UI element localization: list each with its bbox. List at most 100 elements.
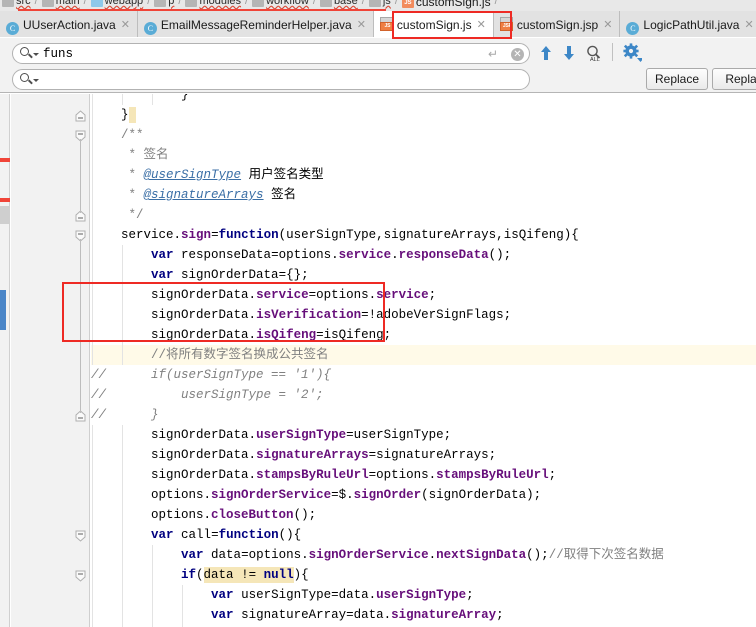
- svg-text:ALL: ALL: [590, 57, 600, 62]
- indent-guide: [122, 265, 123, 285]
- code-line[interactable]: * @userSignType 用户签名类型: [91, 165, 324, 185]
- code-line[interactable]: options.signOrderService=$.signOrder(sig…: [91, 485, 541, 505]
- code-line[interactable]: * 签名: [91, 145, 169, 165]
- indent-guide: [92, 605, 93, 625]
- code-line[interactable]: }: [91, 94, 189, 105]
- editor-tab-emailmessagereminderhelper-java[interactable]: C EmailMessageReminderHelper.java ✕: [137, 11, 374, 38]
- enter-key-icon[interactable]: ↵: [488, 48, 500, 60]
- indent-guide: [92, 525, 93, 545]
- breadcrumb-item-src[interactable]: src: [2, 0, 31, 7]
- code-line[interactable]: /**: [91, 125, 144, 145]
- line-number-gutter: 1156115711581159116011611162116311641165…: [11, 94, 756, 627]
- arrow-down-icon[interactable]: [561, 44, 577, 62]
- breadcrumb-separator: /: [147, 0, 151, 8]
- close-icon[interactable]: ✕: [121, 12, 130, 38]
- webapp-folder-icon: [90, 0, 103, 7]
- code-line[interactable]: var data=options.signOrderService.nextSi…: [91, 545, 664, 565]
- indent-guide: [122, 445, 123, 465]
- find-history-chevron-down-icon[interactable]: [33, 53, 39, 56]
- breadcrumb-separator: /: [178, 0, 182, 8]
- find-all-icon[interactable]: ALL: [585, 44, 603, 63]
- indent-guide: [92, 325, 93, 345]
- breadcrumb-item-modules[interactable]: modules: [185, 0, 241, 7]
- code-line[interactable]: // if(userSignType == '1'){: [91, 365, 331, 385]
- code-line[interactable]: */: [91, 205, 144, 225]
- gear-icon[interactable]: [622, 43, 644, 62]
- replace-button[interactable]: Replace: [646, 68, 708, 90]
- code-line[interactable]: var signOrderData={};: [91, 265, 309, 285]
- replace-all-button-label: Replace all: [725, 72, 756, 86]
- code-text-area[interactable]: } } /** * 签名 * @userSignType 用户签名类型 * @s…: [91, 94, 756, 627]
- find-field[interactable]: funs ↵ ✕: [12, 43, 530, 64]
- indent-guide: [92, 245, 93, 265]
- breadcrumb-item-webapp[interactable]: webapp: [90, 0, 143, 7]
- error-marker[interactable]: [0, 198, 10, 202]
- editor-tab-customsign-js[interactable]: JS customSign.js ✕: [373, 11, 494, 38]
- indent-guide: [122, 285, 123, 305]
- arrow-up-icon[interactable]: [538, 44, 554, 62]
- changed-line-marker[interactable]: [0, 290, 6, 310]
- replace-history-chevron-down-icon[interactable]: [33, 79, 39, 82]
- fold-collapse-icon[interactable]: [75, 529, 86, 547]
- code-line[interactable]: signOrderData.service=options.service;: [91, 285, 436, 305]
- code-line[interactable]: signOrderData.isQifeng=isQifeng;: [91, 325, 391, 345]
- close-icon[interactable]: ✕: [603, 12, 612, 38]
- code-line[interactable]: service.sign=function(userSignType,signa…: [91, 225, 579, 245]
- java-class-icon: C: [143, 22, 157, 35]
- breadcrumb-item-customsign-js[interactable]: JS customSign.js: [401, 0, 491, 9]
- editor-tab-logicpathutil-java[interactable]: C LogicPathUtil.java ✕: [620, 11, 756, 37]
- info-marker[interactable]: [0, 206, 10, 224]
- folder-icon: [154, 0, 167, 7]
- breadcrumb-item-workflow[interactable]: workflow: [252, 0, 309, 7]
- indent-guide: [122, 605, 123, 625]
- error-stripe-margin[interactable]: [0, 94, 10, 627]
- js-file-icon: JS: [401, 0, 414, 8]
- editor-tab-uuseraction-java[interactable]: C UUserAction.java ✕: [0, 11, 138, 37]
- breadcrumb-item-js[interactable]: js: [368, 0, 391, 7]
- changed-line-marker[interactable]: [0, 310, 6, 330]
- code-line[interactable]: var responseData=options.service.respons…: [91, 245, 511, 265]
- error-marker[interactable]: [0, 158, 10, 162]
- code-line[interactable]: signOrderData.userSignType=userSignType;: [91, 425, 451, 445]
- close-icon[interactable]: ✕: [477, 12, 486, 38]
- breadcrumb-item-p[interactable]: p: [154, 0, 174, 7]
- editor-tab-label: LogicPathUtil.java: [643, 17, 740, 32]
- breadcrumb-item-base[interactable]: base: [319, 0, 358, 7]
- indent-guide: [92, 465, 93, 485]
- code-line[interactable]: options.closeButton();: [91, 505, 316, 525]
- fold-collapse-icon[interactable]: [75, 569, 86, 587]
- code-line[interactable]: var userSignType=data.userSignType;: [91, 585, 474, 605]
- breadcrumb-separator: /: [245, 0, 249, 8]
- fold-end-icon[interactable]: [75, 109, 86, 127]
- code-line[interactable]: // userSignType = '2';: [91, 385, 324, 405]
- indent-guide: [152, 545, 153, 565]
- code-line[interactable]: if(data != null){: [91, 565, 309, 585]
- code-line[interactable]: signOrderData.signatureArrays=signatureA…: [91, 445, 496, 465]
- code-line[interactable]: // }: [91, 405, 159, 425]
- indent-guide: [92, 125, 93, 145]
- indent-guide: [122, 545, 123, 565]
- code-line[interactable]: //将所有数字签名换成公共签名: [91, 345, 329, 365]
- code-editor[interactable]: 1156115711581159116011611162116311641165…: [0, 94, 756, 627]
- close-icon[interactable]: ✕: [744, 12, 753, 38]
- indent-guide: [92, 145, 93, 165]
- java-class-icon: C: [626, 22, 640, 35]
- replace-all-button[interactable]: Replace all: [712, 68, 756, 90]
- code-line[interactable]: signOrderData.stampsByRuleUrl=options.st…: [91, 465, 556, 485]
- code-line[interactable]: signOrderData.isVerification=!adobeVerSi…: [91, 305, 511, 325]
- find-input-value[interactable]: funs: [43, 46, 73, 63]
- code-line[interactable]: }: [91, 105, 129, 125]
- code-line[interactable]: * @signatureArrays 签名: [91, 185, 297, 205]
- breadcrumb-item-main[interactable]: main: [41, 0, 80, 7]
- code-folding-gutter[interactable]: [71, 94, 90, 627]
- replace-field[interactable]: [12, 69, 530, 90]
- folder-icon: [368, 0, 381, 7]
- clear-circle-icon[interactable]: ✕: [511, 48, 524, 61]
- breadcrumb-separator: /: [494, 0, 498, 8]
- editor-tab-customsign-jsp[interactable]: JSP customSign.jsp ✕: [493, 11, 621, 38]
- ide-window: src / main / webapp / p / modules / workflow / base /…: [0, 0, 756, 627]
- close-icon[interactable]: ✕: [357, 12, 366, 38]
- jsp-file-icon: JSP: [499, 17, 513, 31]
- indent-guide: [92, 165, 93, 185]
- fold-region-line: [80, 139, 81, 213]
